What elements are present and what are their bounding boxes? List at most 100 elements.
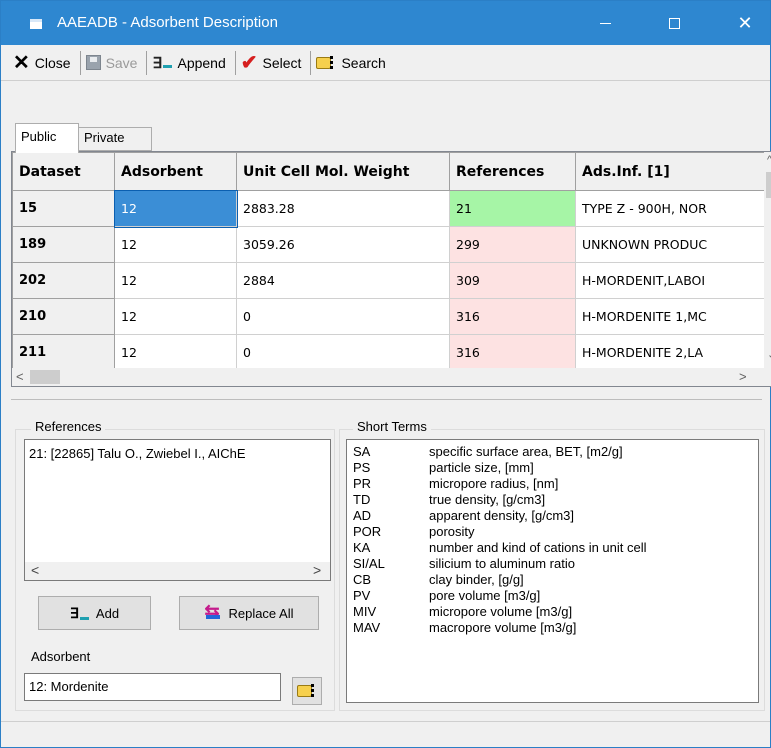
maximize-button[interactable] bbox=[649, 1, 699, 45]
cell-dataset[interactable]: 210 bbox=[12, 298, 115, 335]
table-row[interactable]: 189 12 3059.26 299 UNKNOWN PRODUC bbox=[12, 226, 765, 263]
column-header-ads-inf[interactable]: Ads.Inf. [1] bbox=[575, 152, 765, 191]
list-item: AD apparent density, [g/cm3] bbox=[353, 508, 574, 524]
add-reference-button[interactable]: ∃ Add bbox=[38, 596, 151, 630]
cell-dataset[interactable]: 15 bbox=[12, 190, 115, 227]
title-bar[interactable]: AAEADB - Adsorbent Description ✕ bbox=[1, 1, 770, 45]
replace-all-button[interactable]: Replace All bbox=[179, 596, 319, 630]
list-item: SI/AL silicium to aluminum ratio bbox=[353, 556, 575, 572]
scroll-thumb[interactable] bbox=[766, 172, 771, 198]
adsorbent-grid[interactable]: Dataset Adsorbent Unit Cell Mol. Weight … bbox=[11, 151, 771, 387]
scroll-left-icon[interactable]: < bbox=[31, 562, 39, 578]
cell-adsorbent[interactable]: 12 bbox=[114, 226, 237, 263]
list-item: TD true density, [g/cm3] bbox=[353, 492, 545, 508]
cell-ads-inf[interactable]: TYPE Z - 900H, NOR bbox=[575, 190, 765, 227]
term-desc: macropore volume [m3/g] bbox=[429, 620, 577, 635]
table-row[interactable]: 15 12 2883.28 21 TYPE Z - 900H, NOR bbox=[12, 189, 765, 228]
append-icon: ∃ bbox=[152, 54, 173, 72]
term-desc: number and kind of cations in unit cell bbox=[429, 540, 647, 555]
replace-icon bbox=[204, 601, 222, 622]
scroll-down-icon[interactable]: ⌄ bbox=[767, 348, 771, 361]
toolbar: ✕ Close Save ∃ Append ✔ Select Search bbox=[1, 45, 770, 81]
cell-ads-inf[interactable]: H-MORDENITE 1,MC bbox=[575, 298, 765, 335]
cell-references[interactable]: 299 bbox=[449, 226, 576, 263]
term-desc: silicium to aluminum ratio bbox=[429, 556, 575, 571]
toolbar-separator bbox=[310, 50, 312, 75]
term-desc: porosity bbox=[429, 524, 475, 539]
cell-unit-cell-mol-weight[interactable]: 0 bbox=[236, 298, 450, 335]
table-row[interactable]: 202 12 2884 309 H-MORDENIT,LABOI bbox=[12, 262, 765, 299]
term-abbr: MAV bbox=[353, 620, 381, 635]
list-item: PR micropore radius, [nm] bbox=[353, 476, 558, 492]
save-button[interactable]: Save bbox=[84, 50, 144, 76]
scroll-left-icon[interactable]: < bbox=[16, 369, 24, 384]
list-item: MIV micropore volume [m3/g] bbox=[353, 604, 572, 620]
short-terms-list[interactable]: SA specific surface area, BET, [m2/g] PS p… bbox=[346, 439, 759, 703]
tab-private[interactable]: Private bbox=[79, 127, 152, 151]
checkmark-icon: ✔ bbox=[240, 51, 258, 74]
cell-dataset[interactable]: 189 bbox=[12, 226, 115, 263]
term-abbr: PV bbox=[353, 588, 371, 603]
cell-references[interactable]: 316 bbox=[449, 298, 576, 335]
cell-adsorbent[interactable]: 12 bbox=[114, 334, 237, 371]
select-label: Select bbox=[262, 54, 302, 71]
references-horizontal-scrollbar[interactable]: < > bbox=[25, 562, 330, 580]
scroll-thumb[interactable] bbox=[30, 370, 60, 384]
cell-unit-cell-mol-weight[interactable]: 2883.28 bbox=[236, 190, 450, 227]
replace-all-label: Replace All bbox=[228, 605, 294, 621]
references-group-label: References bbox=[31, 419, 106, 434]
term-abbr: POR bbox=[353, 524, 382, 539]
term-abbr: TD bbox=[353, 492, 371, 507]
scroll-up-icon[interactable]: ^ bbox=[767, 154, 771, 166]
cell-unit-cell-mol-weight[interactable]: 3059.26 bbox=[236, 226, 450, 263]
cell-ads-inf[interactable]: UNKNOWN PRODUC bbox=[575, 226, 765, 263]
cell-references[interactable]: 21 bbox=[449, 190, 576, 227]
vertical-scrollbar[interactable]: ^ ⌄ bbox=[764, 152, 771, 368]
list-item: CB clay binder, [g/g] bbox=[353, 572, 524, 588]
cell-references[interactable]: 309 bbox=[449, 262, 576, 299]
term-abbr: CB bbox=[353, 572, 372, 587]
scroll-right-icon[interactable]: > bbox=[313, 562, 321, 578]
adsorbent-field[interactable]: 12: Mordenite bbox=[24, 673, 281, 701]
term-abbr: SA bbox=[353, 444, 371, 459]
column-header-dataset[interactable]: Dataset bbox=[12, 152, 115, 191]
adsorbent-search-button[interactable] bbox=[292, 677, 322, 705]
table-row[interactable]: 211 12 0 316 H-MORDENITE 2,LA bbox=[12, 334, 765, 371]
short-terms-group-label: Short Terms bbox=[353, 419, 431, 434]
scroll-right-icon[interactable]: > bbox=[739, 369, 747, 384]
cell-references[interactable]: 316 bbox=[449, 334, 576, 371]
table-row[interactable]: 210 12 0 316 H-MORDENITE 1,MC bbox=[12, 298, 765, 335]
close-button[interactable]: ✕ Close bbox=[11, 50, 77, 76]
cell-adsorbent[interactable]: 12 bbox=[114, 298, 237, 335]
status-bar bbox=[1, 721, 770, 747]
select-button[interactable]: ✔ Select bbox=[239, 50, 308, 76]
references-list[interactable]: 21: [22865] Talu O., Zwiebel I., AIChE <… bbox=[24, 439, 331, 581]
term-abbr: PR bbox=[353, 476, 372, 491]
cell-adsorbent[interactable]: 12 bbox=[113, 189, 238, 228]
cell-dataset[interactable]: 211 bbox=[12, 334, 115, 371]
column-header-references[interactable]: References bbox=[449, 152, 576, 191]
close-label: Close bbox=[34, 54, 71, 71]
data-table: Dataset Adsorbent Unit Cell Mol. Weight … bbox=[12, 152, 765, 371]
toolbar-separator bbox=[234, 50, 236, 75]
minimize-button[interactable] bbox=[580, 1, 630, 45]
cell-unit-cell-mol-weight[interactable]: 0 bbox=[236, 334, 450, 371]
cell-ads-inf[interactable]: H-MORDENITE 2,LA bbox=[575, 334, 765, 371]
search-button[interactable]: Search bbox=[314, 50, 391, 76]
toolbar-separator bbox=[79, 50, 81, 75]
add-label: Add bbox=[95, 605, 120, 621]
list-item[interactable]: 21: [22865] Talu O., Zwiebel I., AIChE bbox=[29, 446, 246, 461]
close-window-button[interactable]: ✕ bbox=[720, 1, 770, 45]
search-icon bbox=[316, 55, 336, 70]
cell-dataset[interactable]: 202 bbox=[12, 262, 115, 299]
cell-adsorbent[interactable]: 12 bbox=[114, 262, 237, 299]
tab-public[interactable]: Public bbox=[15, 123, 79, 153]
column-header-unit-cell-mol-weight[interactable]: Unit Cell Mol. Weight bbox=[236, 152, 450, 191]
column-header-adsorbent[interactable]: Adsorbent bbox=[114, 152, 237, 191]
append-button[interactable]: ∃ Append bbox=[150, 50, 231, 76]
horizontal-scrollbar[interactable]: < > bbox=[12, 368, 764, 386]
splitter[interactable] bbox=[11, 399, 762, 400]
cell-unit-cell-mol-weight[interactable]: 2884 bbox=[236, 262, 450, 299]
cell-ads-inf[interactable]: H-MORDENIT,LABOI bbox=[575, 262, 765, 299]
app-icon bbox=[30, 19, 42, 29]
